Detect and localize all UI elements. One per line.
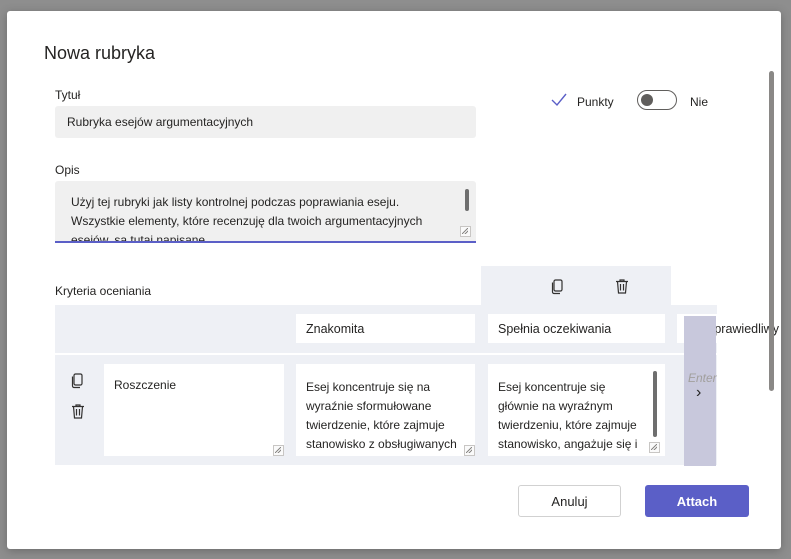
description-textarea[interactable]: Użyj tej rubryki jak listy kontrolnej po… <box>55 181 476 243</box>
new-rubric-dialog: Nowa rubryka Tytuł Rubryka esejów argume… <box>7 11 781 549</box>
attach-button[interactable]: Attach <box>645 485 749 517</box>
check-icon[interactable] <box>550 91 568 109</box>
next-description-placeholder[interactable]: Enter <box>688 371 717 385</box>
description-1-resize-handle[interactable] <box>464 445 475 456</box>
copy-icon[interactable] <box>69 371 87 389</box>
level-name-2[interactable]: Spełnia oczekiwania <box>488 314 665 343</box>
trash-icon[interactable] <box>613 277 631 295</box>
cancel-button[interactable]: Anuluj <box>518 485 621 517</box>
description-scrollbar[interactable] <box>465 189 469 211</box>
description-label: Opis <box>55 163 80 177</box>
points-toggle-state: Nie <box>690 95 709 109</box>
title-input[interactable]: Rubryka esejów argumentacyjnych <box>55 106 476 138</box>
criterion-name[interactable]: Roszczenie <box>104 364 284 456</box>
criterion-name-resize-handle[interactable] <box>273 445 284 456</box>
level-name-1[interactable]: Znakomita <box>296 314 475 343</box>
criterion-description-2[interactable]: Esej koncentruje się głównie na wyraźnym… <box>488 364 665 456</box>
dialog-title: Nowa rubryka <box>44 43 156 63</box>
column-tools <box>481 266 671 306</box>
chevron-right-icon[interactable]: › <box>696 384 701 402</box>
points-toggle[interactable] <box>637 90 677 110</box>
trash-icon[interactable] <box>69 402 87 420</box>
description-resize-handle[interactable] <box>460 226 471 237</box>
toggle-knob <box>641 94 653 106</box>
copy-icon[interactable] <box>549 277 567 295</box>
criteria-label: Kryteria oceniania <box>55 284 152 298</box>
dialog-scrollbar[interactable] <box>769 71 774 391</box>
points-label: Punkty <box>577 95 614 109</box>
description-2-scrollbar[interactable] <box>653 371 657 437</box>
criterion-description-1[interactable]: Esej koncentruje się na wyraźnie sformuł… <box>296 364 475 456</box>
title-label: Tytuł <box>55 88 81 102</box>
description-2-resize-handle[interactable] <box>649 442 660 453</box>
